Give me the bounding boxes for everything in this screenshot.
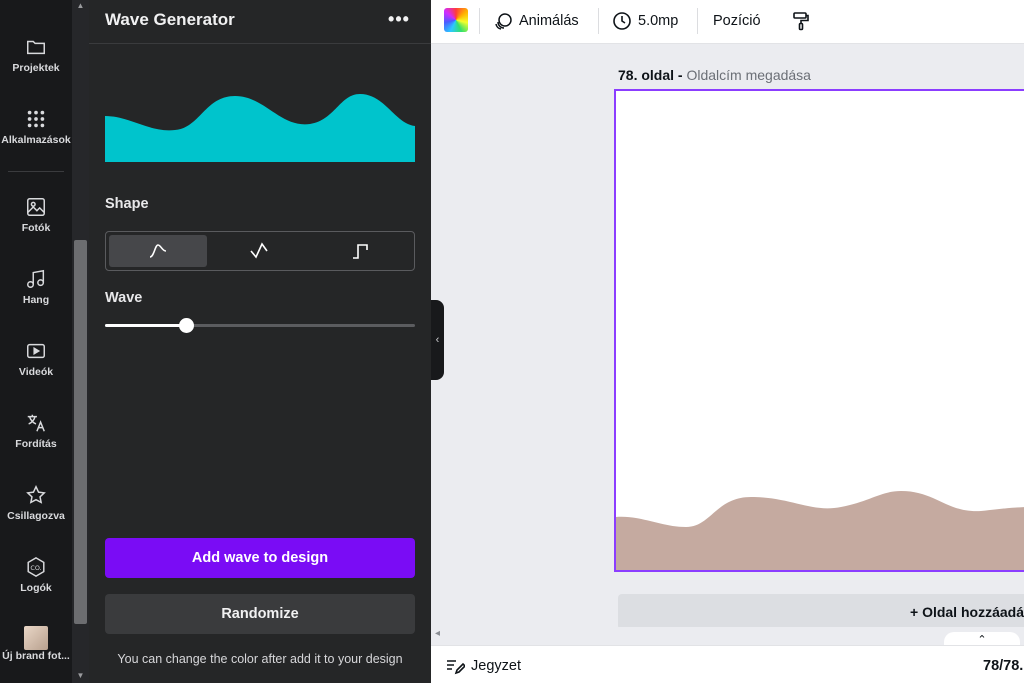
panel-title: Wave Generator — [105, 10, 235, 29]
bottom-bar: Jegyzet 78/78. — [431, 645, 1024, 683]
wave-generator-panel: Wave Generator ••• Shape Wave Add wave t… — [89, 0, 431, 683]
toolbar-divider — [598, 8, 599, 34]
page-heading: 78. oldal - Oldalcím megadása — [618, 67, 811, 83]
scroll-down-arrow-icon[interactable]: ▼ — [72, 668, 89, 683]
rail-item-label: Csillagozva — [7, 510, 65, 522]
format-painter-button[interactable] — [791, 6, 817, 36]
peaked-wave-icon — [250, 242, 268, 259]
video-icon — [27, 343, 45, 359]
translate-icon — [27, 414, 45, 432]
page-number: 78. oldal - — [618, 67, 683, 83]
svg-text:CO.: CO. — [30, 564, 41, 572]
rail-item-videos[interactable]: Videók — [0, 340, 72, 400]
notes-label: Jegyzet — [471, 658, 521, 674]
animate-icon — [495, 13, 512, 30]
scroll-left-arrow-icon[interactable]: ◂ — [435, 628, 440, 639]
rail-item-translate[interactable]: Fordítás — [0, 412, 72, 472]
music-note-icon — [27, 269, 45, 288]
wave-label: Wave — [105, 290, 143, 306]
wave-element-shape — [616, 491, 1024, 570]
position-button[interactable]: Pozíció — [713, 6, 761, 36]
page-title-input[interactable]: Oldalcím megadása — [686, 67, 811, 83]
rail-item-label: Hang — [22, 294, 50, 306]
rail-item-projects[interactable]: Projektek — [0, 36, 72, 96]
collapse-panel-chevron-icon[interactable]: ‹ — [431, 300, 444, 380]
wave-slider-knob[interactable] — [178, 318, 194, 333]
more-horizontal-icon[interactable]: ••• — [387, 8, 411, 32]
scrollbar-thumb[interactable] — [74, 240, 87, 624]
color-picker-swatch[interactable] — [444, 8, 468, 32]
scroll-up-arrow-icon[interactable]: ▲ — [72, 0, 89, 12]
position-label: Pozíció — [713, 13, 761, 29]
toolbar-divider — [697, 8, 698, 34]
rail-item-label: Fotók — [21, 222, 51, 234]
smooth-wave-icon — [149, 244, 167, 258]
animate-label: Animálás — [519, 13, 579, 29]
rail-item-label: Projektek — [12, 62, 60, 74]
rail-item-label: Videók — [18, 366, 54, 378]
rail-scrollbar[interactable]: ▲ ▼ — [72, 0, 89, 683]
apps-grid-icon — [27, 110, 45, 128]
toolbar-divider — [479, 8, 480, 34]
color-hint-text: You can change the color after add it to… — [117, 652, 403, 666]
rail-item-label: Fordítás — [15, 438, 57, 450]
shape-label: Shape — [105, 196, 149, 212]
rail-divider — [8, 171, 64, 172]
notes-button[interactable]: Jegyzet — [445, 656, 521, 676]
rail-item-starred[interactable]: Csillagozva — [0, 484, 72, 544]
brand-photo-thumbnail[interactable] — [24, 626, 48, 650]
rail-item-audio[interactable]: Hang — [0, 268, 72, 328]
rail-item-photos[interactable]: Fotók — [0, 196, 72, 256]
rail-item-apps[interactable]: Alkalmazások — [0, 108, 72, 168]
logo-icon: CO. — [27, 556, 45, 578]
folder-icon — [27, 40, 45, 55]
shape-option-smooth[interactable] — [109, 235, 207, 267]
add-page-button[interactable]: + Oldal hozzáadá — [618, 594, 1024, 630]
step-wave-icon — [353, 244, 368, 259]
page-count[interactable]: 78/78. — [983, 658, 1023, 674]
rail-item-brand-photos[interactable]: Új brand fot... — [0, 650, 72, 670]
wave-slider-fill — [105, 324, 186, 327]
clock-icon — [613, 12, 631, 30]
animate-button[interactable]: Animálás — [493, 6, 579, 36]
wave-slider[interactable] — [105, 318, 415, 333]
rail-item-label: Logók — [20, 582, 52, 594]
horizontal-scrollbar[interactable]: ◂ — [431, 627, 1024, 643]
wave-preview-shape — [105, 94, 415, 162]
rail-item-logos[interactable]: CO. Logók — [0, 556, 72, 616]
shape-selector — [105, 231, 415, 271]
shape-option-step[interactable] — [311, 235, 409, 267]
rail-item-label: Alkalmazások — [1, 134, 71, 146]
shape-option-peaked[interactable] — [210, 235, 308, 267]
rail-item-label: Új brand fot... — [2, 650, 70, 662]
notes-icon — [447, 660, 465, 675]
panel-header: Wave Generator ••• — [89, 0, 431, 44]
top-toolbar: Animálás 5.0mp Pozíció — [431, 0, 1024, 44]
add-wave-button[interactable]: Add wave to design — [105, 538, 415, 578]
wave-preview[interactable] — [105, 88, 415, 162]
side-navigation-rail: Projektek Alkalmazások Fotók Hang Videók… — [0, 0, 72, 683]
wave-element[interactable] — [616, 479, 1024, 572]
star-icon — [26, 485, 46, 504]
design-page-canvas[interactable] — [614, 89, 1024, 572]
duration-button[interactable]: 5.0mp — [612, 6, 678, 36]
randomize-button[interactable]: Randomize — [105, 594, 415, 634]
image-icon — [27, 198, 45, 216]
paint-roller-icon — [793, 12, 809, 31]
duration-label: 5.0mp — [638, 13, 679, 29]
